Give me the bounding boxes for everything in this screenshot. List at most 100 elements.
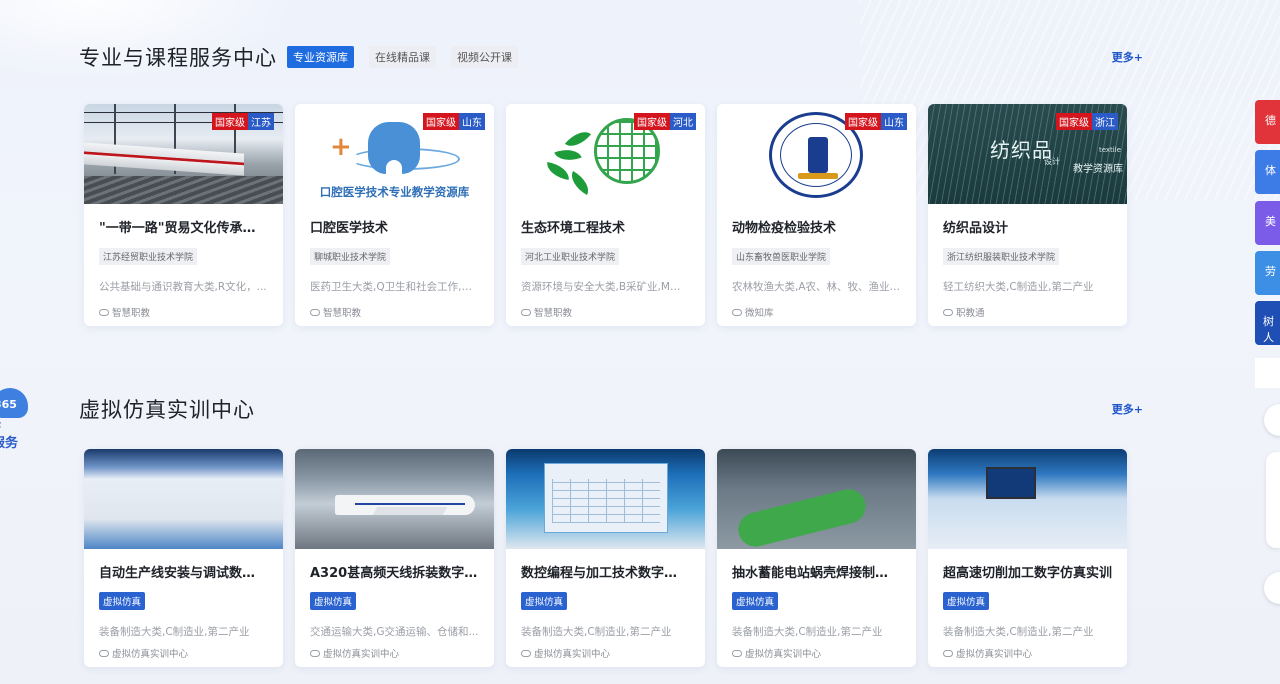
simulation-card[interactable]: A320甚高频天线拆装数字仿... 虚拟仿真 交通运输大类,G交通运输、仓储和.…: [295, 449, 494, 667]
course-thumbnail: 国家级 河北: [506, 104, 705, 204]
course-title[interactable]: "一带一路"贸易文化传承与创新: [84, 217, 283, 236]
category-text: 装备制造大类,C制造业,第二产业: [521, 626, 672, 638]
source-label: 智慧职教: [521, 305, 572, 319]
side-tab-labor[interactable]: 劳: [1255, 251, 1280, 295]
course-thumbnail: [928, 449, 1127, 549]
course-title[interactable]: 抽水蓄能电站蜗壳焊接制造...: [717, 562, 916, 581]
badge-group: 国家级 浙江: [1056, 113, 1118, 130]
cloud-icon: [310, 649, 320, 657]
simulation-tag: 虚拟仿真: [943, 592, 990, 610]
side-top-button[interactable]: [1264, 572, 1280, 604]
card-list: 自动生产线安装与调试数字... 虚拟仿真 装备制造大类,C制造业,第二产业 虚拟…: [84, 449, 1127, 667]
cloud-icon: [943, 308, 953, 316]
source-label: 虚拟仿真实训中心: [943, 646, 1032, 660]
course-title[interactable]: 数控编程与加工技术数字仿...: [506, 562, 705, 581]
side-tab-shuren[interactable]: 树人: [1255, 301, 1280, 345]
side-chat-button[interactable]: [1264, 404, 1280, 436]
section-header: 虚拟仿真实训中心 更多+: [79, 392, 1143, 426]
course-title[interactable]: 自动生产线安装与调试数字...: [84, 562, 283, 581]
course-thumbnail: 国家级 山东: [717, 104, 916, 204]
more-link[interactable]: 更多+: [1112, 49, 1143, 65]
thumbnail-library: 教学资源库: [1073, 164, 1123, 175]
simulation-tag: 虚拟仿真: [521, 592, 568, 610]
tab-resource-library[interactable]: 专业资源库: [287, 46, 354, 68]
course-thumbnail: [84, 449, 283, 549]
badge-group: 国家级 江苏: [212, 113, 274, 130]
category-text: 交通运输大类,G交通运输、仓储和...: [310, 626, 479, 638]
section-title: 专业与课程服务中心: [79, 46, 277, 70]
source-label: 虚拟仿真实训中心: [732, 646, 821, 660]
thumbnail-english: textile: [1098, 146, 1121, 154]
category-text: 轻工纺织大类,C制造业,第二产业: [943, 281, 1094, 293]
school-label: 山东畜牧兽医职业学院: [732, 248, 831, 265]
level-badge: 国家级: [845, 113, 881, 130]
cloud-icon: [310, 308, 320, 316]
category-text: 装备制造大类,C制造业,第二产业: [943, 626, 1094, 638]
virtual-simulation-section: 虚拟仿真实训中心 更多+ 自动生产线安装与调试数字... 虚拟仿真 装备制造大类…: [79, 392, 1143, 667]
microscope-icon: [808, 137, 828, 173]
simulation-tag: 虚拟仿真: [732, 592, 779, 610]
cloud-icon: [521, 649, 531, 657]
category-text: 医药卫生大类,Q卫生和社会工作,第...: [310, 281, 482, 293]
side-tab-sports[interactable]: 体: [1255, 150, 1280, 194]
course-card[interactable]: 国家级 山东 动物检疫检验技术 山东畜牧兽医职业学院 农林牧渔大类,A农、林、牧…: [717, 104, 916, 326]
province-badge: 浙江: [1092, 113, 1118, 130]
province-badge: 河北: [670, 113, 696, 130]
school-label: 浙江纺织服装职业技术学院: [943, 248, 1060, 265]
side-panel[interactable]: [1266, 452, 1280, 548]
course-thumbnail: 国家级 江苏: [84, 104, 283, 204]
float-service-logo[interactable]: 365 你 服务: [0, 388, 32, 452]
badge-group: 国家级 山东: [423, 113, 485, 130]
level-badge: 国家级: [634, 113, 670, 130]
cloud-icon: [99, 308, 109, 316]
section-header: 专业与课程服务中心 专业资源库 在线精品课 视频公开课 更多+: [79, 40, 1143, 74]
course-title[interactable]: 纺织品设计: [928, 217, 1127, 236]
cloud-icon: [943, 649, 953, 657]
side-tab-art[interactable]: 美: [1255, 201, 1280, 245]
course-thumbnail: + 口腔医学技术专业教学资源库 国家级 山东: [295, 104, 494, 204]
thumbnail-caption: 口腔医学技术专业教学资源库: [319, 185, 470, 199]
course-title[interactable]: 生态环境工程技术: [506, 217, 705, 236]
side-tab-moral[interactable]: 德: [1255, 100, 1280, 144]
plus-icon: +: [330, 132, 352, 162]
tab-video-courses[interactable]: 视频公开课: [451, 46, 518, 68]
course-thumbnail: [295, 449, 494, 549]
level-badge: 国家级: [423, 113, 459, 130]
category-text: 农林牧渔大类,A农、林、牧、渔业,...: [732, 281, 903, 293]
category-text: 公共基础与通识教育大类,R文化，...: [99, 281, 267, 293]
level-badge: 国家级: [212, 113, 248, 130]
course-title[interactable]: 动物检疫检验技术: [717, 217, 916, 236]
course-card[interactable]: 国家级 河北 生态环境工程技术 河北工业职业技术学院 资源环境与安全大类,B采矿…: [506, 104, 705, 326]
simulation-card[interactable]: 超高速切削加工数字仿真实训 虚拟仿真 装备制造大类,C制造业,第二产业 虚拟仿真…: [928, 449, 1127, 667]
cloud-icon: [732, 649, 742, 657]
simulation-tag: 虚拟仿真: [310, 592, 357, 610]
course-title[interactable]: A320甚高频天线拆装数字仿...: [295, 562, 494, 581]
source-label: 职教通: [943, 305, 985, 319]
course-title[interactable]: 口腔医学技术: [295, 217, 494, 236]
course-card[interactable]: 纺织品 设计 textile 教学资源库 国家级 浙江 纺织品设计 浙江纺织服装…: [928, 104, 1127, 326]
badge-group: 国家级 山东: [845, 113, 907, 130]
cloud-icon: [732, 308, 742, 316]
course-title[interactable]: 超高速切削加工数字仿真实训: [928, 562, 1127, 581]
course-card[interactable]: 国家级 江苏 "一带一路"贸易文化传承与创新 江苏经贸职业技术学院 公共基础与通…: [84, 104, 283, 326]
professional-course-section: 专业与课程服务中心 专业资源库 在线精品课 视频公开课 更多+ 国家级 江苏 "…: [79, 40, 1143, 326]
course-card[interactable]: + 口腔医学技术专业教学资源库 国家级 山东 口腔医学技术 聊城职业技术学院 医…: [295, 104, 494, 326]
level-badge: 国家级: [1056, 113, 1092, 130]
simulation-card[interactable]: 自动生产线安装与调试数字... 虚拟仿真 装备制造大类,C制造业,第二产业 虚拟…: [84, 449, 283, 667]
side-note: [1255, 358, 1280, 388]
tab-online-courses[interactable]: 在线精品课: [369, 46, 436, 68]
simulation-card[interactable]: 抽水蓄能电站蜗壳焊接制造... 虚拟仿真 装备制造大类,C制造业,第二产业 虚拟…: [717, 449, 916, 667]
more-link[interactable]: 更多+: [1112, 401, 1143, 417]
simulation-card[interactable]: 数控编程与加工技术数字仿... 虚拟仿真 装备制造大类,C制造业,第二产业 虚拟…: [506, 449, 705, 667]
source-label: 虚拟仿真实训中心: [310, 646, 399, 660]
category-text: 装备制造大类,C制造业,第二产业: [732, 626, 883, 638]
tooth-icon: [368, 122, 420, 182]
source-label: 智慧职教: [310, 305, 361, 319]
source-label: 虚拟仿真实训中心: [99, 646, 188, 660]
category-text: 装备制造大类,C制造业,第二产业: [99, 626, 250, 638]
course-thumbnail: [506, 449, 705, 549]
cloud-icon: [521, 308, 531, 316]
course-thumbnail: [717, 449, 916, 549]
course-thumbnail: 纺织品 设计 textile 教学资源库 国家级 浙江: [928, 104, 1127, 204]
school-label: 聊城职业技术学院: [310, 248, 391, 265]
